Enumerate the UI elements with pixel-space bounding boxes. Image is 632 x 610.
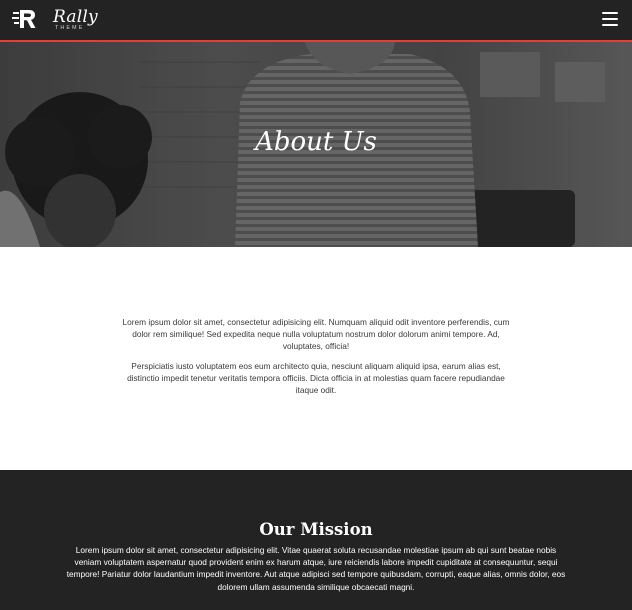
top-navigation-bar: Rally THEME — [0, 0, 632, 40]
mission-section: Our Mission Lorem ipsum dolor sit amet, … — [0, 470, 632, 610]
brand-subtitle: THEME — [55, 25, 85, 31]
brand-name[interactable]: Rally — [53, 7, 98, 27]
hamburger-menu-icon[interactable] — [602, 12, 618, 27]
about-paragraph-1: Lorem ipsum dolor sit amet, consectetur … — [122, 317, 510, 351]
hero-banner: About Us — [0, 42, 632, 247]
about-paragraph-2: Perspiciatis iusto voluptatem eos eum ar… — [127, 361, 505, 395]
mission-paragraph: Lorem ipsum dolor sit amet, consectetur … — [66, 545, 566, 592]
mission-heading: Our Mission — [259, 520, 373, 539]
about-section: Lorem ipsum dolor sit amet, consectetur … — [0, 247, 632, 470]
page-title: About Us — [255, 127, 377, 157]
rally-r-logo-icon[interactable] — [12, 7, 38, 31]
